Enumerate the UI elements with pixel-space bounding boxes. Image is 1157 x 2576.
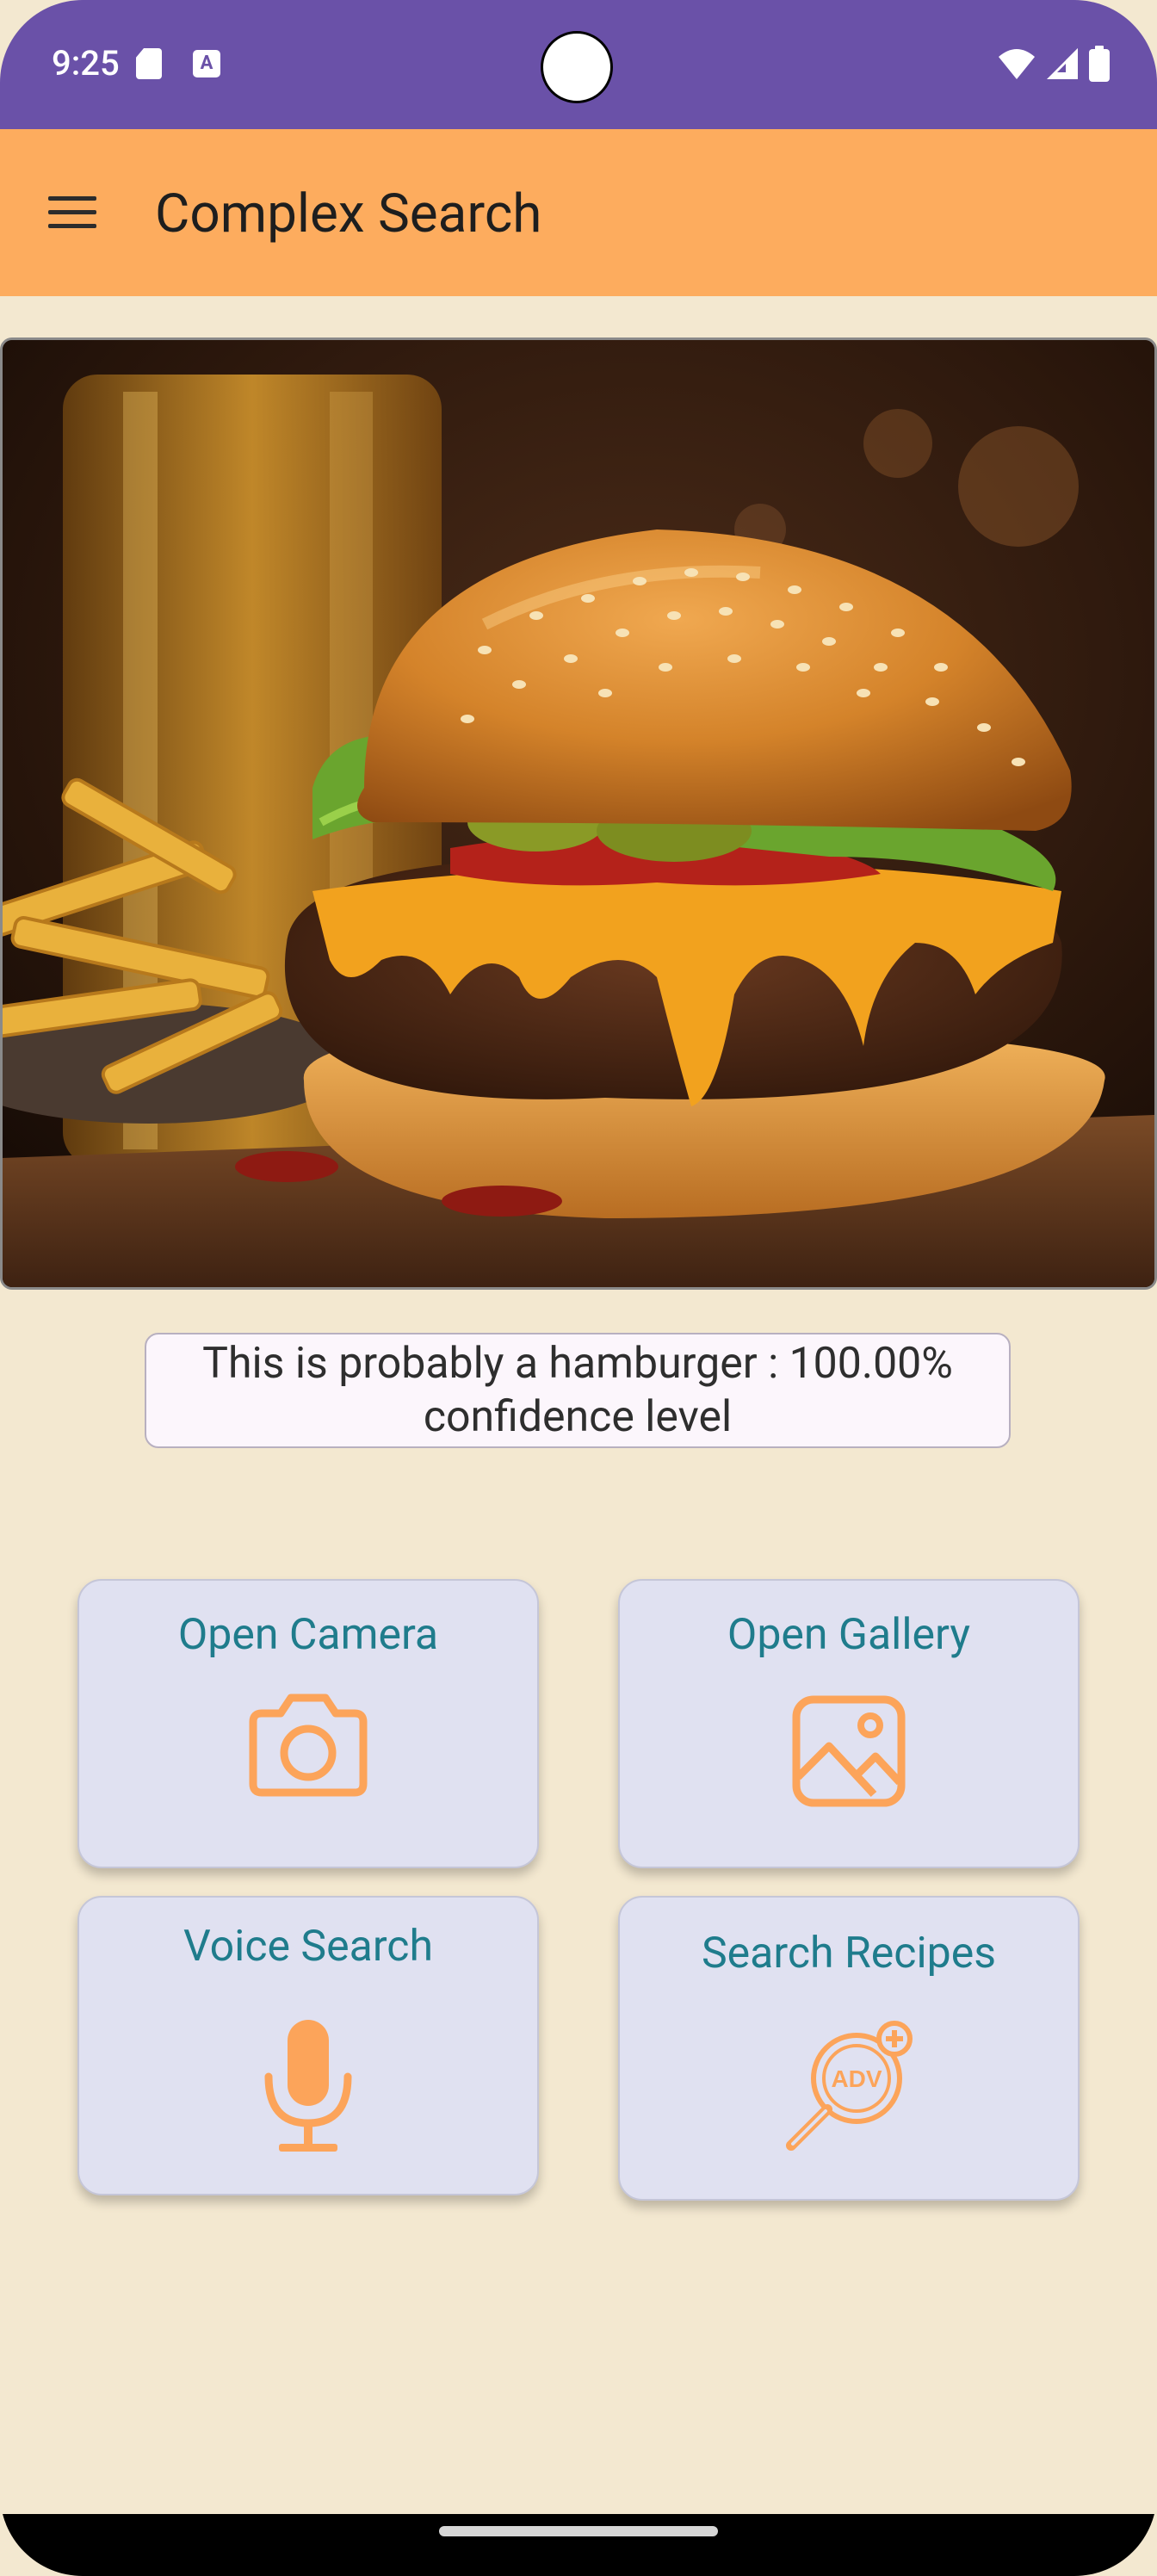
app-bar: Complex Search: [0, 129, 1157, 296]
voice-search-label: Voice Search: [183, 1922, 434, 1972]
app-title: Complex Search: [155, 183, 542, 245]
classification-result: This is probably a hamburger : 100.00% c…: [145, 1333, 1011, 1448]
camera-icon: [249, 1694, 368, 1797]
home-gesture-handle[interactable]: [439, 2526, 718, 2536]
signal-icon: [1047, 48, 1078, 79]
open-gallery-label: Open Gallery: [727, 1610, 971, 1660]
food-photo: [0, 337, 1157, 1290]
advanced-search-icon: ADV: [786, 2021, 913, 2151]
search-recipes-button[interactable]: Search Recipes ADV: [618, 1896, 1080, 2201]
open-gallery-button[interactable]: Open Gallery: [618, 1579, 1080, 1868]
battery-icon: [1089, 46, 1110, 82]
status-bar: 9:25 A: [0, 0, 1157, 129]
hamburger-menu-icon[interactable]: [45, 191, 100, 234]
navigation-bar: [0, 2514, 1157, 2576]
status-time: 9:25: [52, 43, 120, 84]
phone-screen: 9:25 A Complex Search This is probably a…: [0, 0, 1157, 2576]
open-camera-button[interactable]: Open Camera: [77, 1579, 539, 1868]
adv-icon-text: ADV: [831, 2065, 882, 2092]
status-icons: [997, 45, 1111, 83]
wifi-icon: [999, 49, 1035, 79]
open-camera-label: Open Camera: [177, 1610, 439, 1660]
search-recipes-label: Search Recipes: [701, 1929, 997, 1978]
font-notification-icon: A: [193, 50, 220, 77]
microphone-icon: [264, 2020, 352, 2152]
sd-card-icon: [136, 48, 162, 79]
front-camera-cutout: [541, 31, 613, 103]
image-icon: [792, 1695, 906, 1807]
voice-search-button[interactable]: Voice Search: [77, 1896, 539, 2195]
